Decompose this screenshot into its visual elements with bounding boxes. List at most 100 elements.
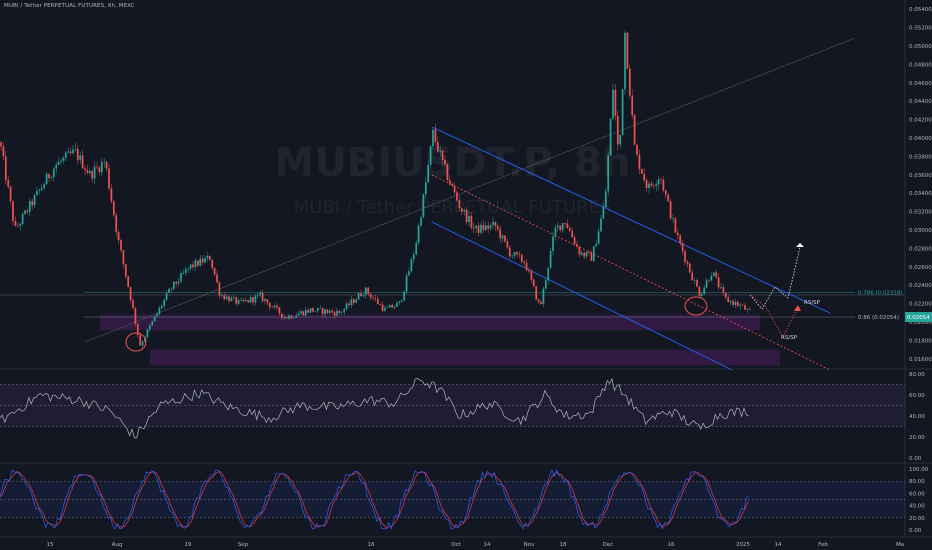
candle-body bbox=[300, 311, 302, 314]
candle-body bbox=[698, 286, 701, 296]
candle-body bbox=[288, 315, 290, 319]
price-axis-tick: 0.04600 bbox=[909, 81, 932, 87]
candle-body bbox=[372, 297, 374, 299]
candle-body bbox=[314, 311, 317, 312]
price-axis-tick: 0.04000 bbox=[909, 136, 932, 142]
time-axis-tick: 14 bbox=[775, 542, 782, 548]
candle-body bbox=[172, 281, 175, 289]
candle-body bbox=[297, 313, 300, 316]
time-axis-tick: Aug bbox=[112, 542, 123, 548]
stoch-axis-tick: 20.00 bbox=[909, 516, 925, 522]
candle-body bbox=[693, 279, 696, 281]
candle-body bbox=[568, 228, 571, 231]
candle-body bbox=[345, 303, 348, 310]
candle-body bbox=[489, 225, 492, 229]
candle-body bbox=[566, 223, 569, 229]
candle-body bbox=[746, 309, 749, 310]
candle-body bbox=[355, 299, 358, 303]
candle-body bbox=[542, 288, 545, 304]
candle-body bbox=[592, 246, 595, 261]
candle-body bbox=[352, 299, 355, 303]
candle-body bbox=[405, 275, 408, 292]
candle-body bbox=[182, 273, 185, 274]
candle-body bbox=[717, 277, 720, 288]
price-axis-tick: 0.03000 bbox=[909, 228, 932, 234]
candle-body bbox=[391, 304, 394, 308]
time-axis-tick: Nov bbox=[524, 542, 535, 548]
candle-body bbox=[223, 295, 226, 300]
candle-body bbox=[220, 295, 223, 296]
candle-body bbox=[175, 281, 178, 284]
candle-body bbox=[614, 89, 617, 116]
candle-body bbox=[417, 225, 420, 243]
candle-body bbox=[146, 329, 149, 338]
candle-body bbox=[408, 271, 410, 276]
candle-body bbox=[14, 221, 17, 226]
candle-body bbox=[134, 308, 137, 324]
candle-body bbox=[681, 243, 684, 252]
candle-body bbox=[396, 302, 398, 307]
watermark-name: MUBI / Tether PERPETUAL FUTURES bbox=[293, 197, 612, 218]
candle-body bbox=[386, 307, 389, 308]
time-axis-tick: 19 bbox=[185, 542, 192, 548]
candle-body bbox=[415, 242, 418, 255]
candle-body bbox=[19, 223, 22, 226]
candle-body bbox=[588, 252, 590, 253]
candle-body bbox=[194, 260, 197, 268]
candle-body bbox=[475, 225, 478, 229]
candle-body bbox=[153, 316, 156, 322]
candle-body bbox=[744, 305, 746, 310]
candle-body bbox=[554, 227, 557, 237]
stoch-axis-tick: 60.00 bbox=[909, 491, 925, 497]
candle-body bbox=[158, 307, 161, 314]
candle-body bbox=[211, 260, 214, 268]
candle-body bbox=[477, 225, 480, 233]
candle-body bbox=[309, 308, 312, 313]
price-axis-tick: 0.02200 bbox=[909, 302, 932, 308]
candle-body bbox=[374, 298, 377, 299]
rs-sp-label: RS/SP bbox=[804, 300, 821, 306]
fib-level-label: 0.786 (0.02318) bbox=[858, 291, 903, 297]
candle-body bbox=[237, 299, 240, 304]
candle-body bbox=[686, 261, 689, 264]
candle-body bbox=[218, 282, 221, 296]
candle-body bbox=[571, 230, 574, 238]
candle-body bbox=[168, 288, 170, 293]
candle-body bbox=[177, 281, 180, 284]
candle-body bbox=[216, 274, 218, 283]
candle-body bbox=[518, 254, 521, 255]
candle-body bbox=[273, 305, 276, 308]
candle-body bbox=[724, 292, 727, 298]
candle-body bbox=[40, 187, 43, 190]
time-axis-tick: Feb bbox=[818, 542, 828, 548]
candle-body bbox=[379, 304, 382, 305]
candle-body bbox=[196, 260, 199, 266]
price-axis-tick: 0.05000 bbox=[909, 44, 932, 50]
candle-body bbox=[307, 309, 310, 313]
candle-body bbox=[600, 218, 602, 232]
chart-svg: 0.016000.018000.020000.022000.024000.026… bbox=[0, 0, 932, 550]
candle-body bbox=[696, 279, 698, 287]
candle-body bbox=[676, 232, 679, 236]
time-axis-tick: 14 bbox=[484, 542, 491, 548]
candle-body bbox=[252, 297, 254, 303]
candle-body bbox=[350, 299, 353, 306]
candle-body bbox=[712, 272, 715, 277]
candle-body bbox=[283, 317, 286, 318]
candle-body bbox=[16, 225, 19, 227]
candle-body bbox=[333, 312, 336, 316]
candle-body bbox=[720, 286, 722, 288]
candle-body bbox=[504, 235, 506, 242]
candle-body bbox=[511, 255, 514, 257]
candle-body bbox=[376, 298, 379, 305]
price-axis-tick: 0.05400 bbox=[909, 7, 932, 13]
candle-body bbox=[549, 251, 552, 268]
price-axis-tick: 0.02400 bbox=[909, 283, 932, 289]
candle-body bbox=[739, 304, 742, 306]
candle-body bbox=[664, 190, 667, 195]
candle-body bbox=[501, 235, 504, 239]
price-axis-tick: 0.02600 bbox=[909, 265, 932, 271]
time-axis-tick: Ma bbox=[896, 542, 904, 548]
fib-level-label: 0.86 (0.02054) bbox=[858, 315, 899, 321]
price-axis-tick: 0.04800 bbox=[909, 62, 932, 68]
